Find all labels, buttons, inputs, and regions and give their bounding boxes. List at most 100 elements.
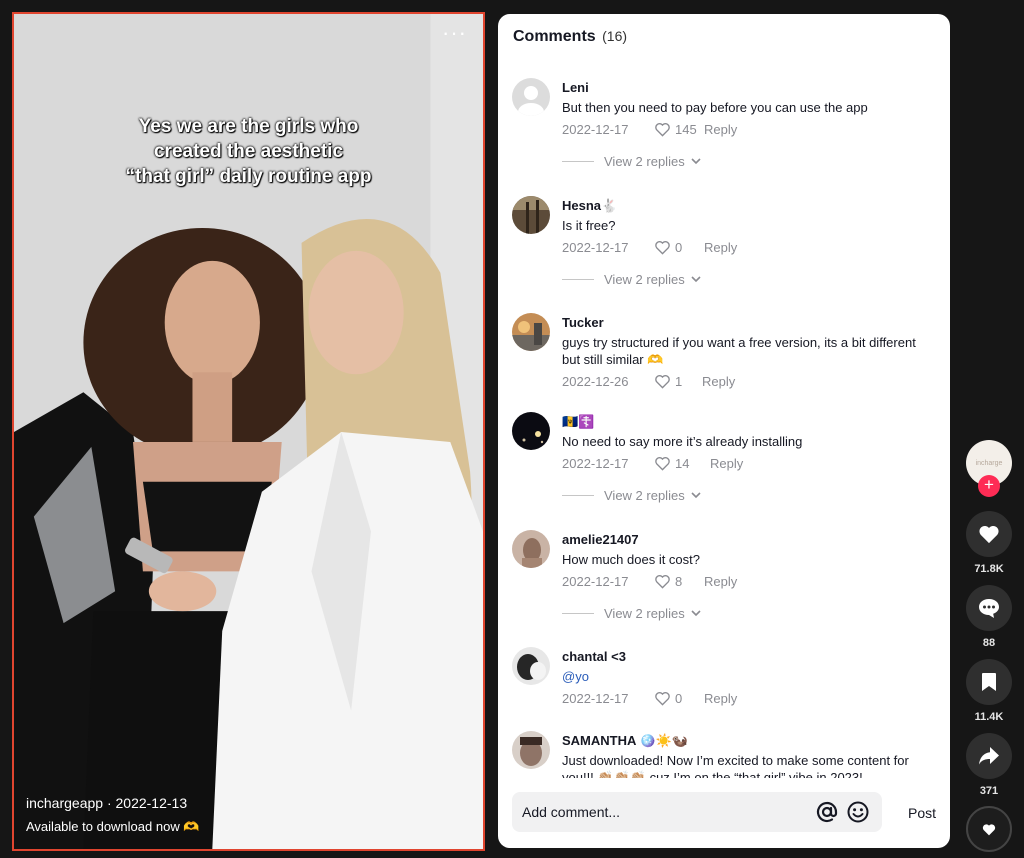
like-count: 71.8K xyxy=(974,563,1004,575)
comment-text: No need to say more it’s already install… xyxy=(562,434,803,449)
video-author-date[interactable]: inchargeapp · 2022-12-13 xyxy=(26,795,187,811)
comment-meta: 2022-12-17 145 Reply xyxy=(562,120,932,138)
comment-meta: 2022-12-17 8 Reply xyxy=(562,572,932,590)
avatar[interactable] xyxy=(512,313,550,351)
overlay-line: created the aesthetic xyxy=(153,141,344,162)
bookmark-icon xyxy=(982,673,996,691)
comment-date: 2022-12-17 xyxy=(562,121,629,137)
share-count: 371 xyxy=(979,785,999,797)
avatar[interactable] xyxy=(512,530,550,568)
comment-body: Leni But then you need to pay before you… xyxy=(562,80,932,138)
share-button[interactable] xyxy=(966,733,1012,779)
comments-title: Comments xyxy=(513,28,596,45)
post-button[interactable]: Post xyxy=(908,805,936,821)
comment-meta: 2022-12-17 0 Reply xyxy=(562,238,932,256)
overlay-line: Yes we are the girls who xyxy=(138,116,359,137)
video-caption: Available to download now 🫶 xyxy=(26,819,200,834)
comment-body: amelie21407 How much does it cost? 2022-… xyxy=(562,532,932,590)
comment-bubble-icon xyxy=(979,599,999,618)
comment-text: But then you need to pay before you can … xyxy=(562,100,868,115)
follow-plus-icon[interactable]: + xyxy=(978,475,1000,497)
comment-count: 88 xyxy=(982,637,996,649)
comment-date: 2022-12-26 xyxy=(562,373,629,389)
music-disc-heart-icon xyxy=(982,823,996,835)
reply-button[interactable]: Reply xyxy=(710,456,743,471)
comment-date: 2022-12-17 xyxy=(562,690,629,706)
like-count: 0 xyxy=(675,239,683,255)
avatar[interactable] xyxy=(512,731,550,769)
comment-username[interactable]: SAMANTHA 🪩☀️🦦 xyxy=(562,733,932,749)
avatar[interactable] xyxy=(512,647,550,685)
comment-username[interactable]: chantal <3 xyxy=(562,649,932,665)
heart-outline-icon xyxy=(655,574,670,589)
avatar[interactable] xyxy=(512,412,550,450)
comment-username[interactable]: Hesna🐇 xyxy=(562,198,932,214)
reply-button[interactable]: Reply xyxy=(704,240,737,255)
view-replies-label: View 2 replies xyxy=(604,154,685,169)
divider xyxy=(562,613,594,614)
video-player[interactable]: ··· Yes we are the girls who created the… xyxy=(12,12,485,851)
avatar[interactable] xyxy=(512,78,550,116)
view-replies-button[interactable]: View 2 replies xyxy=(562,488,701,503)
comment-mention[interactable]: @yo xyxy=(562,668,932,685)
like-comment-button[interactable]: 145 xyxy=(654,122,704,137)
like-comment-button[interactable]: 1 xyxy=(654,374,702,389)
save-count: 11.4K xyxy=(974,711,1004,723)
share-arrow-icon xyxy=(979,747,999,765)
comments-count: (16) xyxy=(602,28,628,44)
heart-outline-icon xyxy=(655,122,670,137)
video-overlay-text: Yes we are the girls who created the aes… xyxy=(14,114,483,189)
heart-outline-icon xyxy=(655,374,670,389)
comment-username[interactable]: 🇧🇧☦️ xyxy=(562,414,932,430)
comment-username[interactable]: Tucker xyxy=(562,315,932,331)
like-count: 1 xyxy=(675,373,683,389)
comments-header: Comments (16) xyxy=(513,28,627,46)
chevron-down-icon xyxy=(691,492,701,499)
comment-body: SAMANTHA 🪩☀️🦦 Just downloaded! Now I’m e… xyxy=(562,733,932,778)
comment-username[interactable]: amelie21407 xyxy=(562,532,932,548)
reply-button[interactable]: Reply xyxy=(704,122,737,137)
like-comment-button[interactable]: 8 xyxy=(654,574,704,589)
view-replies-label: View 2 replies xyxy=(604,488,685,503)
sound-disc-button[interactable] xyxy=(966,806,1012,852)
like-button[interactable] xyxy=(966,511,1012,557)
view-replies-label: View 2 replies xyxy=(604,606,685,621)
like-count: 145 xyxy=(675,121,697,137)
reply-button[interactable]: Reply xyxy=(702,374,735,389)
like-comment-button[interactable]: 14 xyxy=(654,456,710,471)
like-comment-button[interactable]: 0 xyxy=(654,240,704,255)
divider xyxy=(562,279,594,280)
view-replies-label: View 2 replies xyxy=(604,272,685,287)
add-comment-input[interactable] xyxy=(522,802,802,822)
comment-body: Hesna🐇 Is it free? 2022-12-17 0 Reply xyxy=(562,198,932,256)
chevron-down-icon xyxy=(691,276,701,283)
comment-body: Tucker guys try structured if you want a… xyxy=(562,315,932,390)
view-replies-button[interactable]: View 2 replies xyxy=(562,154,701,169)
overlay-line: “that girl” daily routine app xyxy=(125,166,372,187)
reply-button[interactable]: Reply xyxy=(704,574,737,589)
comment-username[interactable]: Leni xyxy=(562,80,932,96)
more-options-icon[interactable]: ··· xyxy=(442,22,467,44)
comment-text: Just downloaded! Now I’m excited to make… xyxy=(562,753,909,778)
comment-list[interactable]: Leni But then you need to pay before you… xyxy=(498,70,950,778)
comment-text: guys try structured if you want a free v… xyxy=(562,335,916,367)
comment-date: 2022-12-17 xyxy=(562,455,629,471)
reply-button[interactable]: Reply xyxy=(704,691,737,706)
like-comment-button[interactable]: 0 xyxy=(654,691,704,706)
view-replies-button[interactable]: View 2 replies xyxy=(562,272,701,287)
like-count: 14 xyxy=(675,455,690,471)
heart-outline-icon xyxy=(655,240,670,255)
comment-text: Is it free? xyxy=(562,218,616,233)
view-replies-button[interactable]: View 2 replies xyxy=(562,606,701,621)
like-count: 8 xyxy=(675,573,683,589)
heart-outline-icon xyxy=(655,691,670,706)
avatar[interactable] xyxy=(512,196,550,234)
emoji-icon[interactable] xyxy=(846,800,870,824)
mention-at-icon[interactable] xyxy=(815,800,839,824)
save-button[interactable] xyxy=(966,659,1012,705)
comment-text: How much does it cost? xyxy=(562,552,701,567)
comment-meta: 2022-12-26 1 Reply xyxy=(562,372,932,390)
action-rail: incharge + 71.8K 88 11.4K 371 xyxy=(962,0,1018,858)
comment-body: chantal <3 @yo 2022-12-17 0 Reply xyxy=(562,649,932,707)
comment-button[interactable] xyxy=(966,585,1012,631)
